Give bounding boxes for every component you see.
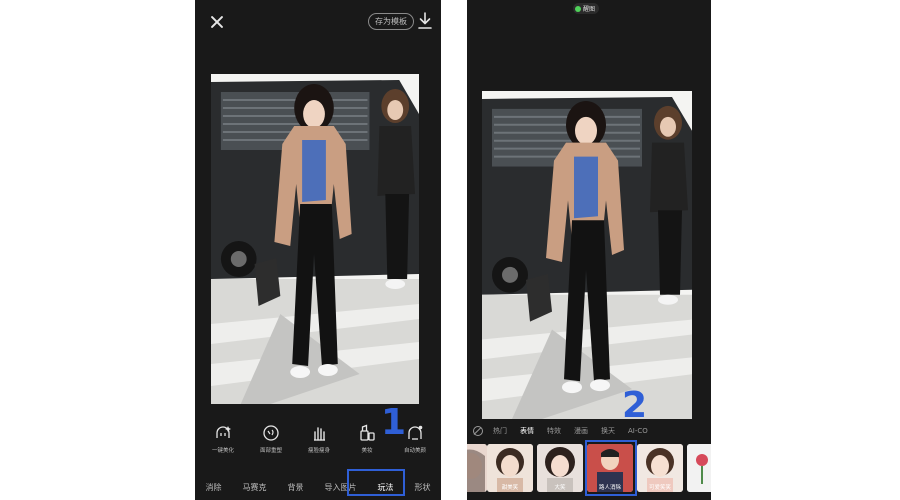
tool-label: 瘦脸瘦身 [307, 448, 330, 454]
tab-hot[interactable]: 热门 [493, 426, 507, 436]
save-template-button[interactable]: 存为模板 [368, 13, 414, 30]
effect-thumbnail[interactable] [687, 444, 711, 492]
nav-shape[interactable]: 形状 [415, 482, 431, 493]
tab-expression[interactable]: 表情 [520, 426, 534, 436]
app-name: 醒图 [583, 6, 596, 13]
edited-photo [211, 74, 419, 404]
effect-thumbnail[interactable] [467, 444, 487, 492]
thumbnail-label: 可爱笑笑 [648, 485, 671, 491]
edited-photo-preview [482, 91, 692, 419]
highlight-box-step-1 [347, 469, 405, 496]
download-icon[interactable] [417, 12, 433, 30]
thumbnail-label: 大笑 [554, 485, 566, 491]
nav-mosaic[interactable]: 马赛克 [243, 482, 267, 493]
hand-slim-icon [314, 427, 325, 441]
highlight-box-step-2 [585, 440, 637, 496]
tool-face-reshape[interactable]: 面部重塑 [249, 424, 293, 460]
tab-effects[interactable]: 特效 [547, 426, 561, 436]
tool-label: 自动美颜 [403, 448, 426, 454]
nav-erase[interactable]: 消除 [206, 482, 222, 493]
app-logo-icon [575, 5, 581, 12]
tool-label: 美妆 [361, 448, 373, 454]
tool-one-click-beautify[interactable]: 一键美化 [201, 424, 245, 460]
tool-label: 一键美化 [211, 448, 234, 454]
close-icon[interactable] [207, 12, 227, 32]
effect-thumbnail[interactable]: 可爱笑笑 [637, 444, 683, 492]
tab-ai[interactable]: AI-CO [628, 427, 648, 435]
tab-comic[interactable]: 漫画 [574, 426, 588, 436]
tab-sky-swap[interactable]: 换天 [601, 426, 615, 436]
step-number-1: 1 [381, 402, 407, 443]
face-sparkle-icon [216, 426, 231, 438]
auto-beauty-icon [408, 425, 423, 440]
effect-thumbnail[interactable]: 甜美笑 [487, 444, 533, 492]
effect-category-tabs: 热门 表情 特效 漫画 换天 AI-CO [473, 424, 711, 438]
right-phone-screen: 醒图 热门 表情 特效 漫画 换天 AI-CO 甜美笑 大笑 路人消除 可爱笑笑 [467, 0, 711, 500]
effect-thumbnail[interactable]: 大笑 [537, 444, 583, 492]
app-tag: 醒图 [573, 3, 600, 14]
tool-slim[interactable]: 瘦脸瘦身 [297, 424, 341, 460]
thumbnail-label: 甜美笑 [501, 485, 519, 491]
nav-background[interactable]: 背景 [288, 482, 304, 493]
makeup-icon [360, 424, 375, 441]
step-number-2: 2 [622, 385, 648, 426]
no-effect-icon[interactable] [473, 426, 483, 436]
face-reshape-icon [263, 425, 279, 441]
tool-label: 面部重塑 [259, 448, 282, 454]
